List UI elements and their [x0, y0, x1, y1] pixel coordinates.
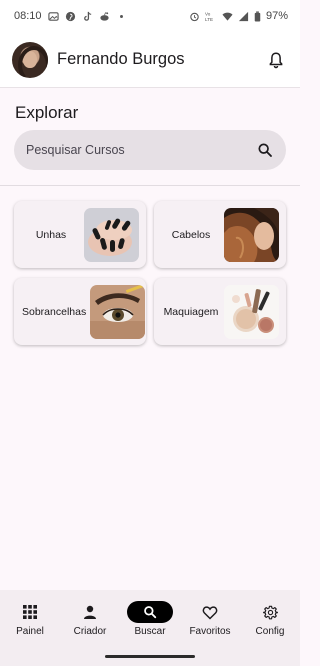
tiktok-icon [82, 11, 93, 22]
search-input[interactable] [26, 143, 256, 157]
category-card-sobrancelhas[interactable]: Sobrancelhas [14, 278, 146, 345]
nails-image [84, 207, 139, 262]
person-icon [67, 601, 113, 623]
gear-icon [247, 601, 293, 623]
app-header: Fernando Burgos [0, 32, 300, 88]
gesture-area [0, 646, 300, 666]
nav-label: Buscar [134, 626, 166, 637]
pinterest-icon [65, 11, 76, 22]
search-bar[interactable] [14, 130, 286, 170]
makeup-image [224, 284, 279, 339]
avatar[interactable] [12, 41, 48, 78]
reddit-icon [99, 11, 110, 22]
category-card-cabelos[interactable]: Cabelos [154, 201, 286, 268]
battery-percent: 97% [265, 10, 288, 22]
divider [0, 185, 300, 186]
category-label: Maquiagem [163, 305, 219, 318]
category-card-maquiagem[interactable]: Maquiagem [154, 278, 286, 345]
dot-icon [116, 11, 127, 22]
nav-label: Config [255, 626, 285, 637]
category-label: Sobrancelhas [22, 305, 87, 318]
status-bar: 08:10 Vo LTE 97% [0, 0, 300, 32]
nav-item-criador[interactable]: Criador [60, 601, 120, 637]
hair-image [224, 207, 279, 262]
search-icon[interactable] [256, 141, 274, 159]
nav-label: Criador [73, 626, 107, 637]
search-icon [127, 601, 173, 623]
category-grid: Unhas Cabelos Sobrancelhas Maquiagem [14, 201, 286, 345]
svg-text:Vo: Vo [205, 11, 211, 16]
eyebrows-image [90, 284, 146, 339]
gallery-icon [47, 11, 59, 22]
svg-text:LTE: LTE [205, 17, 213, 22]
nav-item-favoritos[interactable]: Favoritos [180, 601, 240, 637]
status-time: 08:10 [14, 10, 42, 22]
category-card-unhas[interactable]: Unhas [14, 201, 146, 268]
grid-icon [7, 601, 53, 623]
user-name: Fernando Burgos [57, 50, 185, 68]
nav-item-buscar[interactable]: Buscar [120, 601, 180, 637]
signal-icon [238, 11, 249, 22]
vowifi-icon: Vo LTE [205, 11, 217, 22]
wifi-icon [222, 11, 233, 22]
bottom-navigation: Painel Criador Buscar Favoritos Config [0, 590, 300, 646]
heart-icon [187, 601, 233, 623]
nav-label: Painel [16, 626, 44, 637]
nav-item-painel[interactable]: Painel [0, 601, 60, 637]
nav-item-config[interactable]: Config [240, 601, 300, 637]
page-title: Explorar [15, 103, 79, 122]
battery-icon [254, 10, 261, 22]
gesture-handle[interactable] [105, 655, 195, 658]
category-label: Unhas [35, 228, 67, 241]
nav-label: Favoritos [189, 626, 231, 637]
bell-icon[interactable] [264, 48, 288, 72]
category-label: Cabelos [171, 228, 211, 241]
alarm-icon [189, 11, 200, 22]
